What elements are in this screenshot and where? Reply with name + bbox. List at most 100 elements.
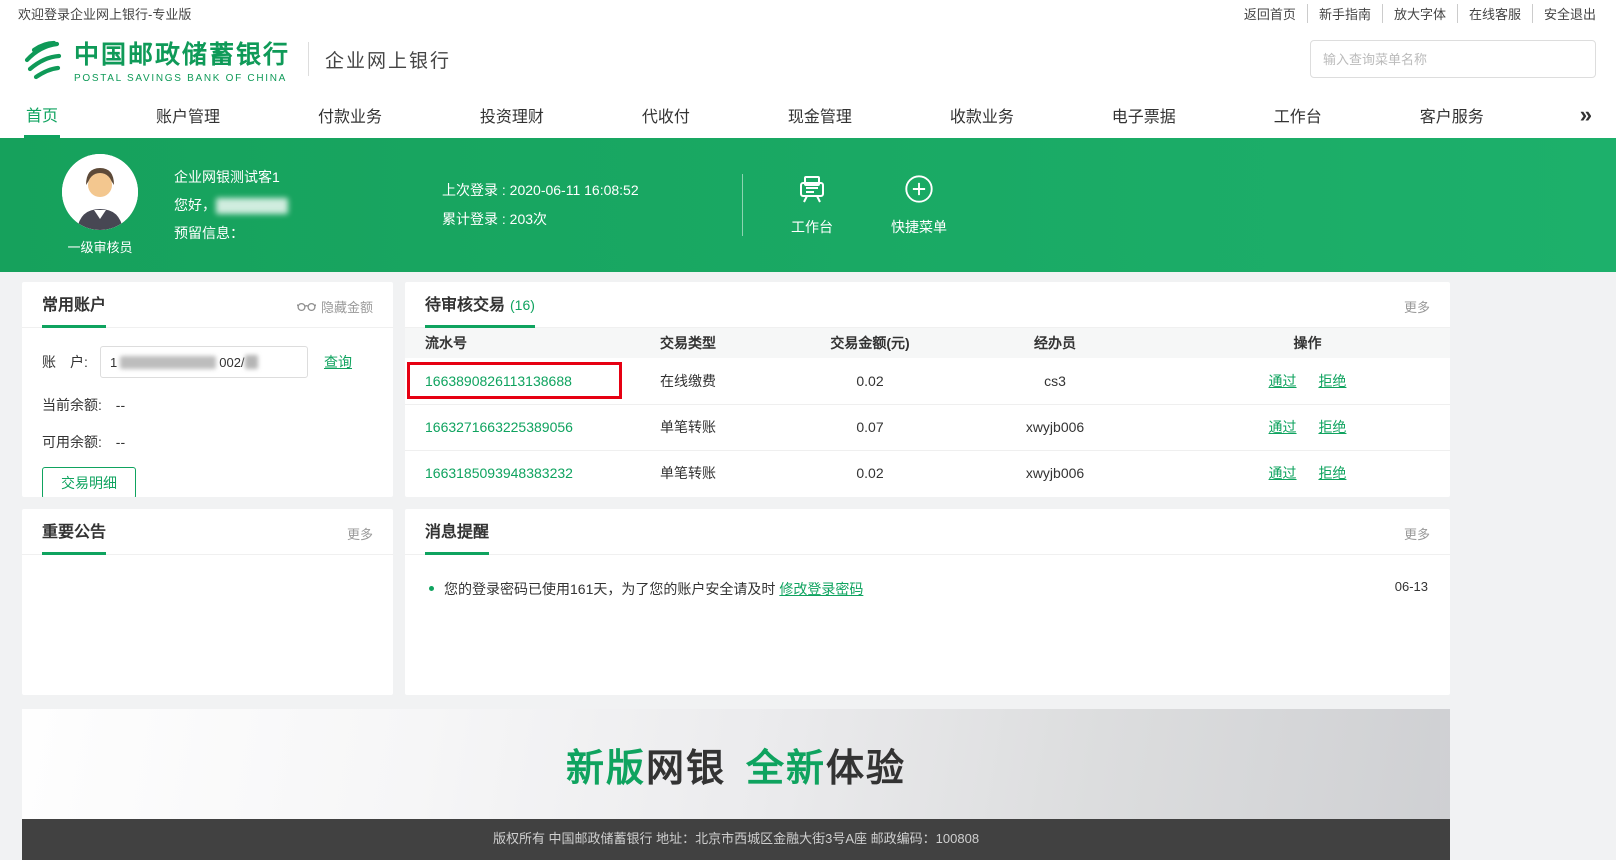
table-header-row: 流水号 交易类型 交易金额(元) 经办员 操作 — [405, 328, 1450, 358]
message-reminder-card: 消息提醒 更多 您的登录密码已使用161天，为了您的账户安全请及时修改登录密码 … — [405, 509, 1450, 695]
table-row: 1663271663225389056 单笔转账 0.07 xwyjb006 通… — [405, 404, 1450, 450]
messages-more-link[interactable]: 更多 — [1404, 524, 1430, 554]
transaction-serial-link[interactable]: 1663271663225389056 — [425, 419, 573, 435]
message-text: 您的登录密码已使用161天，为了您的账户安全请及时 — [444, 581, 775, 597]
available-balance-value: -- — [116, 434, 125, 450]
user-banner: 一级审核员 企业网银测试客1 您好， 预留信息： 上次登录 : 2020-06-… — [0, 138, 1616, 272]
link-safe-logout[interactable]: 安全退出 — [1532, 4, 1596, 23]
nav-item-receivables[interactable]: 收款业务 — [948, 92, 1016, 138]
bank-name-en: POSTAL SAVINGS BANK OF CHINA — [74, 73, 290, 84]
promo-text: 新版网银全新体验 — [566, 737, 906, 792]
nav-item-investment[interactable]: 投资理财 — [478, 92, 546, 138]
user-info: 企业网银测试客1 您好， 预留信息： — [174, 163, 424, 247]
table-row: 1663890826113138688 在线缴费 0.02 cs3 通过 拒绝 — [405, 358, 1450, 404]
pending-more-link[interactable]: 更多 — [1404, 297, 1430, 327]
banner-divider — [742, 174, 743, 236]
reject-link[interactable]: 拒绝 — [1318, 419, 1346, 435]
pending-transactions-table: 流水号 交易类型 交易金额(元) 经办员 操作 1663890826113138… — [405, 328, 1450, 496]
nav-item-customer-service[interactable]: 客户服务 — [1418, 92, 1486, 138]
hide-amount-label: 隐藏金额 — [321, 297, 373, 316]
important-notice-title: 重要公告 — [42, 518, 106, 555]
message-reminder-title: 消息提醒 — [425, 518, 489, 555]
nav-item-workbench[interactable]: 工作台 — [1272, 92, 1324, 138]
main-nav: 首页 账户管理 付款业务 投资理财 代收付 现金管理 收款业务 电子票据 工作台… — [0, 92, 1616, 138]
pending-transactions-title: 待审核交易 (16) — [425, 291, 535, 328]
transaction-type: 单笔转账 — [640, 404, 795, 450]
topbar-links: 返回首页 新手指南 放大字体 在线客服 安全退出 — [1233, 4, 1596, 23]
account-label: 账 户: — [42, 352, 100, 372]
workbench-label: 工作台 — [791, 217, 833, 237]
user-role: 一级审核员 — [67, 237, 132, 256]
col-serial: 流水号 — [405, 328, 640, 358]
nav-item-e-bills[interactable]: 电子票据 — [1110, 92, 1178, 138]
frequent-accounts-title: 常用账户 — [42, 291, 106, 328]
approve-link[interactable]: 通过 — [1269, 419, 1297, 435]
total-login: 累计登录 : 203次 — [442, 205, 742, 234]
menu-search-input[interactable] — [1310, 40, 1596, 78]
transaction-amount: 0.02 — [795, 450, 945, 496]
message-date: 06-13 — [1395, 579, 1428, 594]
transaction-operator: cs3 — [945, 358, 1165, 404]
nav-item-account-management[interactable]: 账户管理 — [154, 92, 222, 138]
hide-amount-toggle[interactable]: 隐藏金额 — [297, 297, 373, 327]
bank-name-cn: 中国邮政储蓄银行 — [74, 35, 290, 71]
transaction-detail-button[interactable]: 交易明细 — [42, 467, 136, 497]
transaction-amount: 0.07 — [795, 404, 945, 450]
transaction-operator: xwyjb006 — [945, 404, 1165, 450]
welcome-text: 欢迎登录企业网上银行-专业版 — [18, 4, 191, 23]
pending-count: (16) — [510, 297, 535, 313]
footer-copyright: 版权所有 中国邮政储蓄银行 地址：北京市西城区金融大街3号A座 邮政编码：100… — [22, 819, 1450, 860]
query-link[interactable]: 查询 — [324, 352, 352, 372]
transaction-type: 在线缴费 — [640, 358, 795, 404]
transaction-serial-link[interactable]: 1663185093948383232 — [425, 465, 573, 481]
current-balance-value: -- — [116, 397, 125, 413]
nav-item-collection-payment[interactable]: 代收付 — [640, 92, 692, 138]
nav-item-cash-management[interactable]: 现金管理 — [786, 92, 854, 138]
account-select-field[interactable]: 1002/ — [100, 346, 308, 378]
col-operator: 经办员 — [945, 328, 1165, 358]
notice-more-link[interactable]: 更多 — [347, 524, 373, 554]
company-name: 企业网银测试客1 — [174, 163, 424, 191]
approve-link[interactable]: 通过 — [1269, 465, 1297, 481]
greeting-line: 您好， — [174, 191, 424, 219]
frequent-accounts-card: 常用账户 隐藏金额 账 户: 1002/ 查询 — [22, 282, 393, 497]
login-stats: 上次登录 : 2020-06-11 16:08:52 累计登录 : 203次 — [442, 176, 742, 234]
blurred-account-suffix — [245, 355, 258, 369]
approve-link[interactable]: 通过 — [1269, 373, 1297, 389]
header: 中国邮政储蓄银行 POSTAL SAVINGS BANK OF CHINA 企业… — [0, 26, 1616, 92]
transaction-operator: xwyjb006 — [945, 450, 1165, 496]
reject-link[interactable]: 拒绝 — [1318, 465, 1346, 481]
avatar — [62, 154, 138, 230]
bank-logo: 中国邮政储蓄银行 POSTAL SAVINGS BANK OF CHINA — [20, 35, 290, 84]
change-password-link[interactable]: 修改登录密码 — [779, 581, 863, 597]
link-return-home[interactable]: 返回首页 — [1233, 4, 1307, 23]
col-type: 交易类型 — [640, 328, 795, 358]
bullet-dot-icon — [429, 586, 434, 591]
nav-item-payment[interactable]: 付款业务 — [316, 92, 384, 138]
top-utility-bar: 欢迎登录企业网上银行-专业版 返回首页 新手指南 放大字体 在线客服 安全退出 — [0, 0, 1616, 26]
current-balance-row: 当前余额: -- — [42, 395, 373, 415]
blurred-account-digits — [120, 356, 216, 369]
link-enlarge-font[interactable]: 放大字体 — [1382, 4, 1457, 23]
link-beginner-guide[interactable]: 新手指南 — [1307, 4, 1382, 23]
reject-link[interactable]: 拒绝 — [1318, 373, 1346, 389]
transaction-type: 单笔转账 — [640, 450, 795, 496]
blurred-username — [216, 198, 288, 214]
shortcut-quick-menu[interactable]: 快捷菜单 — [891, 173, 947, 237]
col-action: 操作 — [1165, 328, 1450, 358]
nav-item-home[interactable]: 首页 — [24, 92, 60, 138]
shortcut-workbench[interactable]: 工作台 — [791, 173, 833, 237]
link-online-service[interactable]: 在线客服 — [1457, 4, 1532, 23]
col-amount: 交易金额(元) — [795, 328, 945, 358]
important-notice-card: 重要公告 更多 — [22, 509, 393, 695]
table-row: 1663185093948383232 单笔转账 0.02 xwyjb006 通… — [405, 450, 1450, 496]
transaction-amount: 0.02 — [795, 358, 945, 404]
pending-transactions-card: 待审核交易 (16) 更多 流水号 交易类型 交易金额(元) 经办员 操作 — [405, 282, 1450, 497]
product-name: 企业网上银行 — [325, 46, 451, 73]
workbench-icon — [796, 173, 828, 210]
glasses-icon — [297, 301, 316, 312]
transaction-serial-link[interactable]: 1663890826113138688 — [425, 373, 572, 389]
available-balance-row: 可用余额: -- — [42, 432, 373, 452]
nav-more-chevron-icon[interactable]: » — [1580, 92, 1592, 138]
header-divider — [308, 42, 309, 76]
